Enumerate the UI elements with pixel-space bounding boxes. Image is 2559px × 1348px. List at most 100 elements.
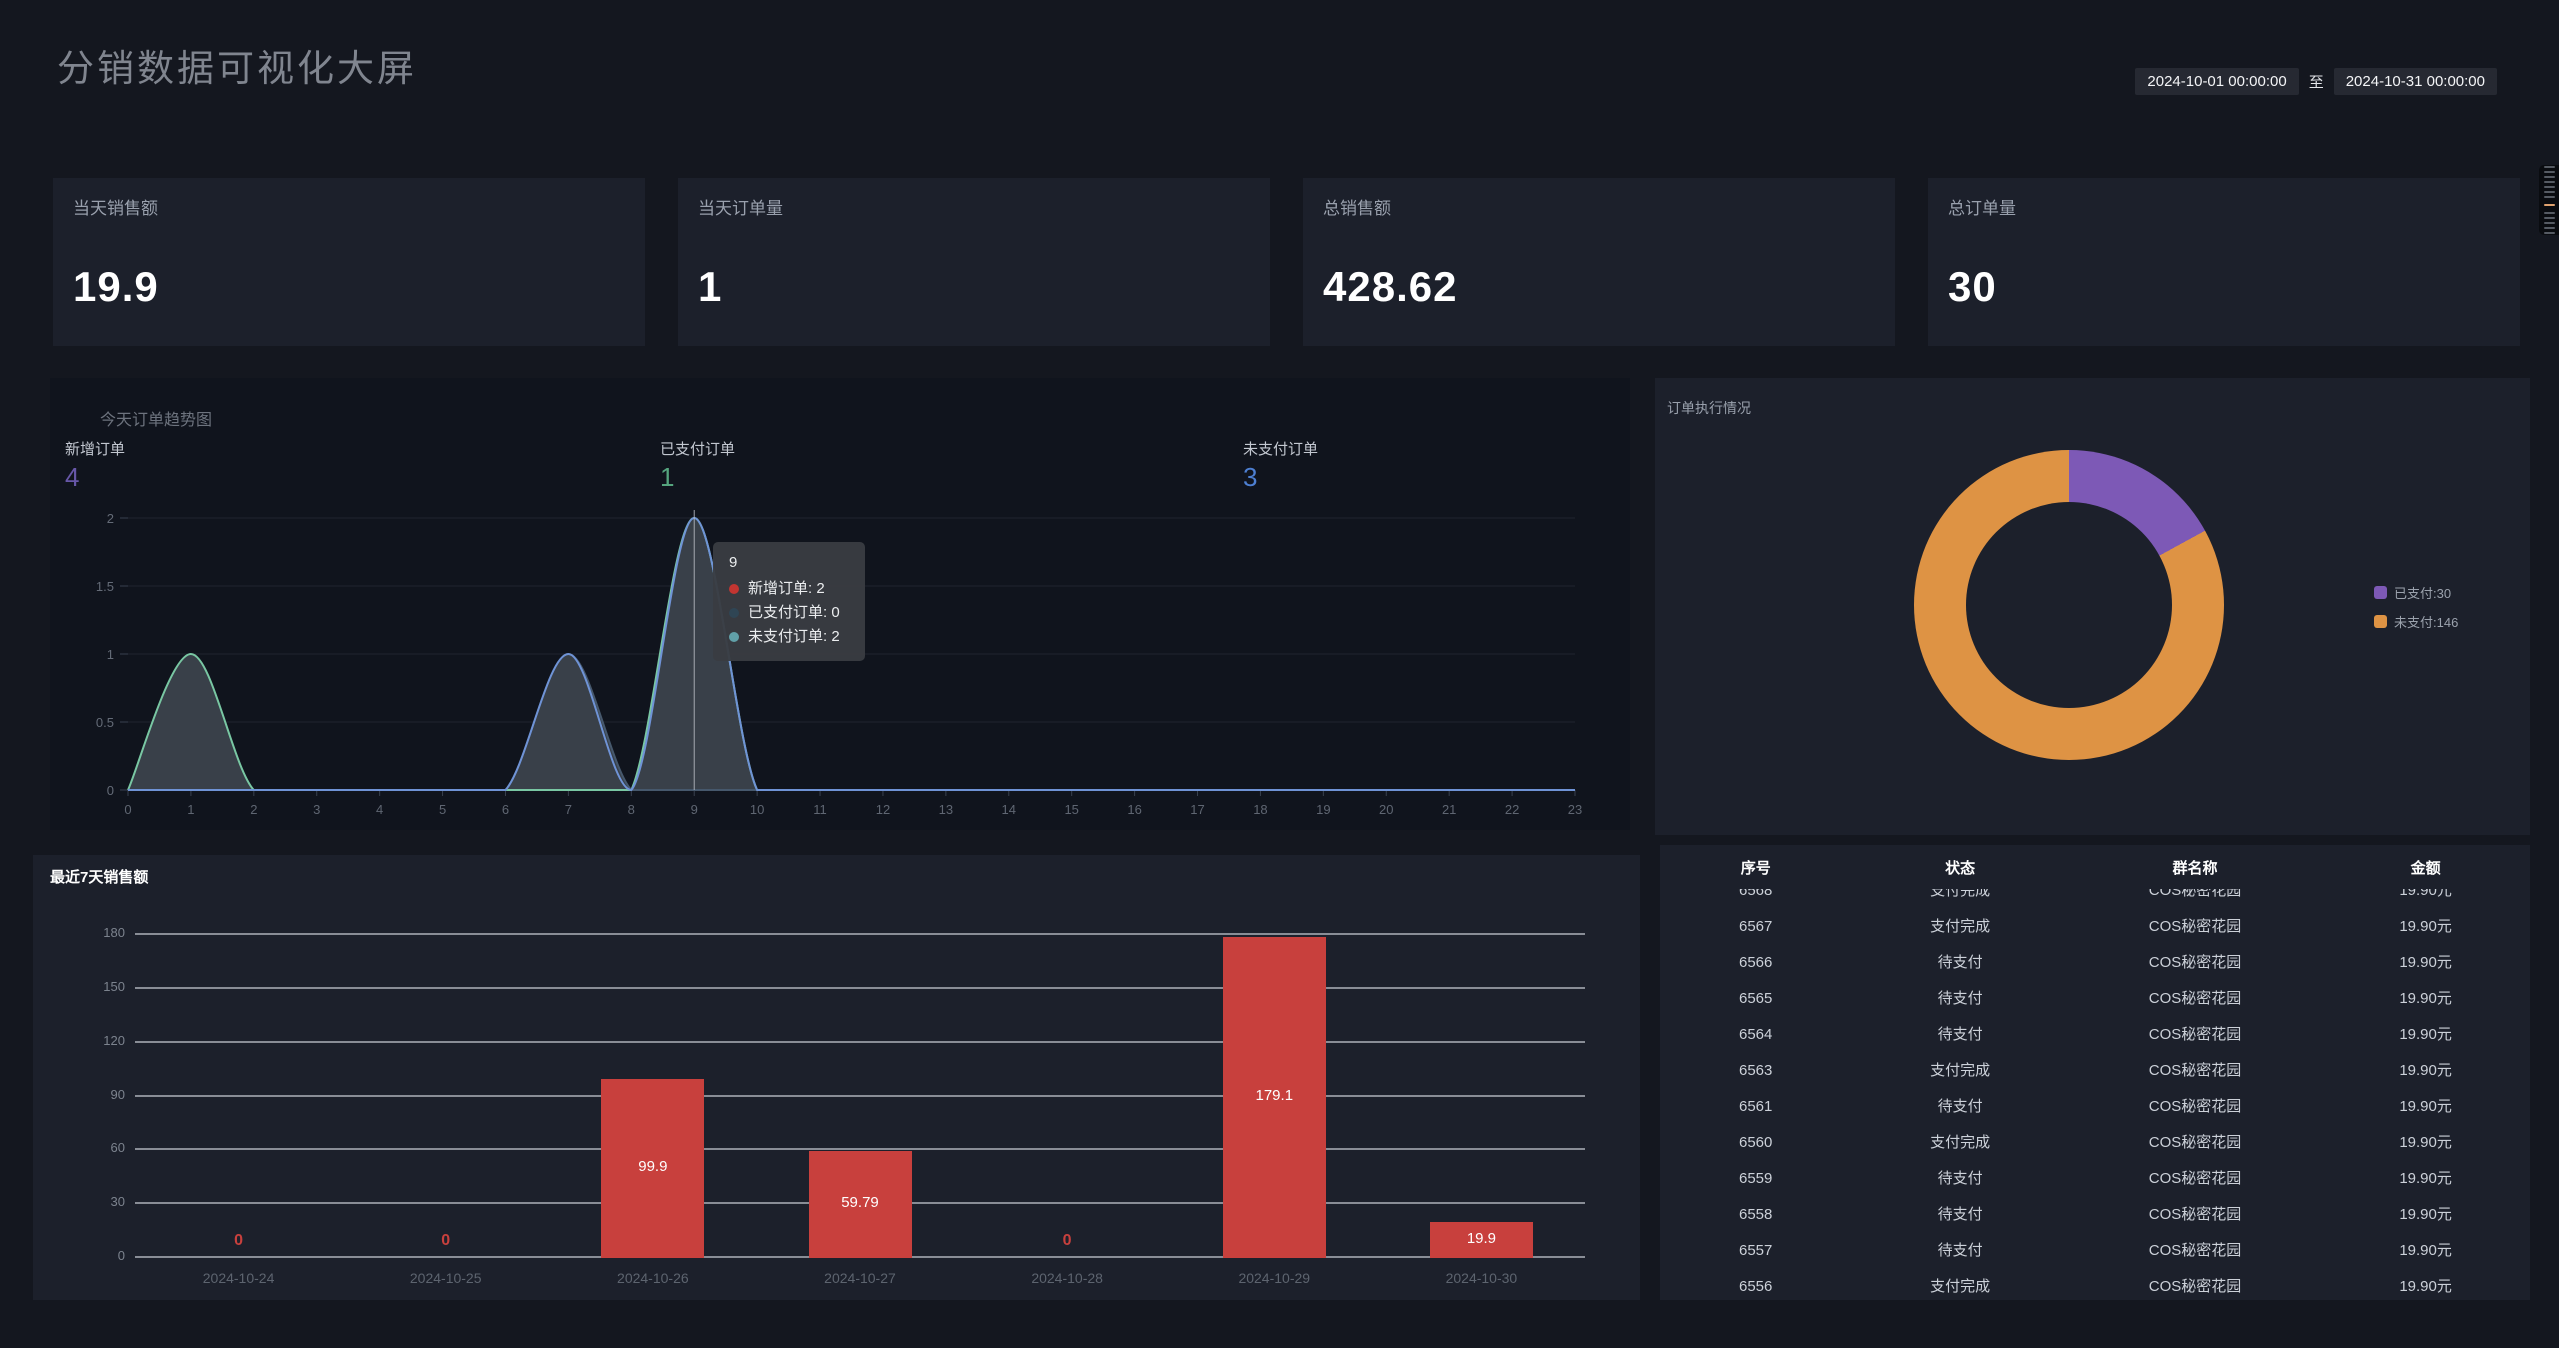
bar[interactable]: 99.9: [601, 1079, 704, 1258]
legend-swatch: [2374, 586, 2387, 599]
cell-id: 6566: [1660, 945, 1851, 981]
table-row[interactable]: 6563支付完成COS秘密花园19.90元: [1660, 1053, 2530, 1089]
cell-status: 待支付: [1851, 1161, 2069, 1197]
cell-status: 支付完成: [1851, 889, 2069, 909]
x-tick-label: 10: [750, 802, 764, 817]
tooltip-row: 未支付订单: 2: [729, 625, 849, 649]
cell-id: 6559: [1660, 1161, 1851, 1197]
y-tick-label: 2: [107, 511, 114, 526]
tooltip-row: 已支付订单: 0: [729, 601, 849, 625]
table-row[interactable]: 6567支付完成COS秘密花园19.90元: [1660, 909, 2530, 945]
bar[interactable]: 59.79: [809, 1151, 912, 1258]
donut-panel: 订单执行情况 已支付:30 未支付:146: [1655, 378, 2530, 835]
table-row[interactable]: 6566待支付COS秘密花园19.90元: [1660, 945, 2530, 981]
cell-amount: 19.90元: [2321, 945, 2530, 981]
y-tick-label: 90: [63, 1087, 125, 1102]
x-tick-label: 4: [376, 802, 383, 817]
tooltip-series-text: 新增订单: 2: [748, 577, 825, 601]
stat-cards: 当天销售额19.9当天订单量1总销售额428.62总订单量30: [53, 178, 2520, 346]
tooltip-series-text: 已支付订单: 0: [748, 601, 840, 625]
x-tick-label: 20: [1379, 802, 1393, 817]
cell-status: 支付完成: [1851, 1125, 2069, 1161]
y-tick-label: 0: [107, 783, 114, 798]
y-tick-label: 60: [63, 1140, 125, 1155]
x-tick-label: 21: [1442, 802, 1456, 817]
bar-panel-title: 最近7天销售额: [50, 866, 148, 887]
table-row[interactable]: 6557待支付COS秘密花园19.90元: [1660, 1233, 2530, 1269]
x-tick-label: 13: [939, 802, 953, 817]
cell-group: COS秘密花园: [2069, 945, 2321, 981]
table-row[interactable]: 6559待支付COS秘密花园19.90元: [1660, 1161, 2530, 1197]
table-row[interactable]: 6565待支付COS秘密花园19.90元: [1660, 981, 2530, 1017]
cell-amount: 19.90元: [2321, 1089, 2530, 1125]
table-row[interactable]: 6556支付完成COS秘密花园19.90元: [1660, 1269, 2530, 1294]
donut-hole: [1966, 502, 2172, 708]
cell-amount: 19.90元: [2321, 1161, 2530, 1197]
tooltip-header: 9: [729, 554, 849, 571]
x-tick-label: 5: [439, 802, 446, 817]
scrollbar-stripe: [2544, 191, 2555, 193]
legend-item[interactable]: 已支付:30: [2374, 583, 2458, 602]
stat-card-label: 总销售额: [1323, 194, 1875, 219]
bar-zero-label: 0: [964, 1232, 1171, 1250]
x-tick-label: 2024-10-25: [342, 1270, 549, 1286]
x-tick-label: 2024-10-28: [964, 1270, 1171, 1286]
y-tick-label: 30: [63, 1194, 125, 1209]
legend-item[interactable]: 未支付:146: [2374, 612, 2458, 631]
bar[interactable]: 19.9: [1430, 1222, 1533, 1258]
gridline: [135, 987, 1585, 989]
table-row[interactable]: 6561待支付COS秘密花园19.90元: [1660, 1089, 2530, 1125]
scrollbar-stripe: [2544, 232, 2555, 234]
cell-amount: 19.90元: [2321, 1197, 2530, 1233]
table-row[interactable]: 6564待支付COS秘密花园19.90元: [1660, 1017, 2530, 1053]
stat-card: 当天销售额19.9: [53, 178, 645, 346]
cell-group: COS秘密花园: [2069, 889, 2321, 909]
donut-legend: 已支付:30 未支付:146: [2374, 583, 2458, 641]
orders-table-panel: 序号状态群名称金额 6568支付完成COS秘密花园19.90元6567支付完成C…: [1660, 845, 2530, 1300]
scrollbar-stripe: [2544, 186, 2555, 188]
x-tick-label: 8: [628, 802, 635, 817]
y-tick-label: 0: [63, 1248, 125, 1263]
scrollbar-stripe: [2544, 212, 2555, 214]
y-tick-label: 120: [63, 1033, 125, 1048]
stat-card-label: 当天订单量: [698, 194, 1250, 219]
cell-group: COS秘密花园: [2069, 1233, 2321, 1269]
cell-status: 待支付: [1851, 981, 2069, 1017]
cell-status: 待支付: [1851, 945, 2069, 981]
cell-status: 待支付: [1851, 1233, 2069, 1269]
table-row[interactable]: 6558待支付COS秘密花园19.90元: [1660, 1197, 2530, 1233]
cell-group: COS秘密花园: [2069, 1125, 2321, 1161]
x-tick-label: 2024-10-29: [1171, 1270, 1378, 1286]
x-tick-label: 0: [124, 802, 131, 817]
cell-id: 6564: [1660, 1017, 1851, 1053]
tooltip-series-dot: [729, 608, 739, 618]
donut-panel-title: 订单执行情况: [1667, 398, 1751, 418]
date-end-input[interactable]: 2024-10-31 00:00:00: [2334, 68, 2497, 95]
stat-card-value: 1: [698, 263, 1250, 311]
bar-value-label: 59.79: [809, 1194, 912, 1211]
date-range-separator: 至: [2309, 71, 2324, 92]
scrollbar-stripe: [2544, 222, 2555, 224]
x-tick-label: 19: [1316, 802, 1330, 817]
bar-panel: 最近7天销售额 0099.959.790179.119.903060901201…: [33, 855, 1640, 1300]
cell-status: 支付完成: [1851, 1053, 2069, 1089]
table-row[interactable]: 6560支付完成COS秘密花园19.90元: [1660, 1125, 2530, 1161]
stat-card-value: 428.62: [1323, 263, 1875, 311]
x-tick-label: 2024-10-27: [756, 1270, 963, 1286]
cell-amount: 19.90元: [2321, 981, 2530, 1017]
table-body[interactable]: 6568支付完成COS秘密花园19.90元6567支付完成COS秘密花园19.9…: [1660, 889, 2530, 1294]
cell-amount: 19.90元: [2321, 889, 2530, 909]
table-row[interactable]: 6568支付完成COS秘密花园19.90元: [1660, 889, 2530, 909]
stat-card-value: 30: [1948, 263, 2500, 311]
cell-group: COS秘密花园: [2069, 1089, 2321, 1125]
bar[interactable]: 179.1: [1223, 937, 1326, 1258]
cell-id: 6568: [1660, 889, 1851, 909]
cell-group: COS秘密花园: [2069, 1017, 2321, 1053]
gridline: [135, 1041, 1585, 1043]
scrollbar-widget[interactable]: [2539, 165, 2559, 235]
stat-card-value: 19.9: [73, 263, 625, 311]
cell-id: 6567: [1660, 909, 1851, 945]
tooltip-series-dot: [729, 632, 739, 642]
x-tick-label: 11: [813, 802, 827, 817]
date-start-input[interactable]: 2024-10-01 00:00:00: [2135, 68, 2298, 95]
